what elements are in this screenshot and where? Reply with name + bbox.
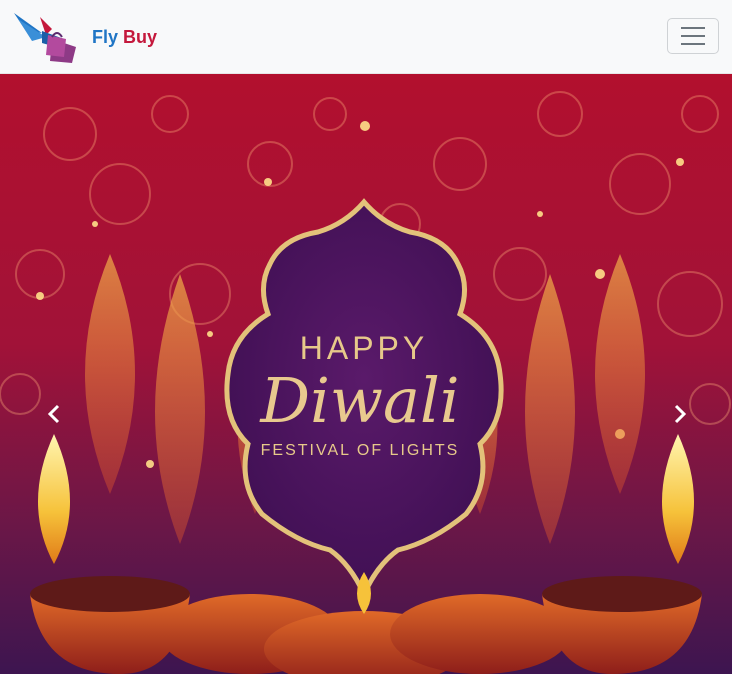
banner-diwali: Diwali (260, 364, 460, 437)
chevron-left-icon (47, 404, 60, 424)
carousel-prev-button[interactable] (34, 384, 74, 444)
hero-carousel: HAPPY Diwali FESTIVAL OF LIGHTS (0, 74, 732, 674)
menu-toggle-button[interactable] (667, 18, 719, 54)
hamburger-menu-icon (681, 27, 705, 29)
carousel-next-button[interactable] (660, 384, 700, 444)
banner-happy: HAPPY (299, 330, 429, 366)
banner-festival: FESTIVAL OF LIGHTS (260, 442, 460, 459)
hamburger-menu-icon-bar-3 (681, 43, 705, 45)
banner-text: HAPPY Diwali FESTIVAL OF LIGHTS (232, 330, 488, 462)
chevron-right-icon (674, 404, 687, 424)
brand-name: Fly Buy (92, 27, 157, 48)
bird-logo-icon (14, 13, 76, 63)
hamburger-menu-icon-bar-2 (681, 35, 705, 37)
brand[interactable]: Fly Buy (12, 9, 157, 65)
brand-name-fly: Fly (92, 26, 119, 47)
navbar: Fly Buy (0, 0, 732, 74)
brand-name-buy: Buy (123, 26, 158, 47)
